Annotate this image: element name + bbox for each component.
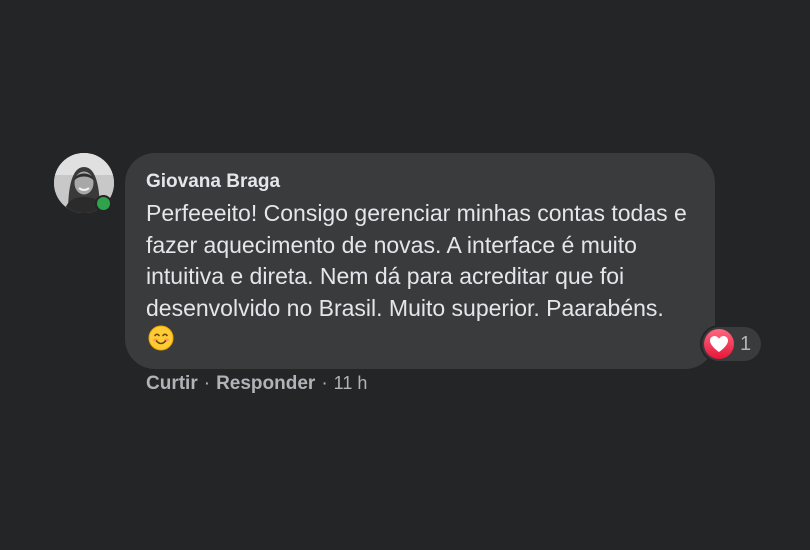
comment-text-container: Perfeeeito! Consigo gerenciar minhas con… xyxy=(146,198,693,360)
reaction-summary[interactable]: 1 xyxy=(702,327,762,361)
heart-icon xyxy=(704,329,734,359)
like-button[interactable]: Curtir xyxy=(146,373,198,394)
comment-author[interactable]: Giovana Braga xyxy=(146,170,693,194)
comment-actions: Curtir · Responder · 11 h xyxy=(146,373,367,395)
comment-text: Perfeeeito! Consigo gerenciar minhas con… xyxy=(146,200,687,321)
smiling-face-icon xyxy=(148,325,174,360)
comment-timestamp[interactable]: 11 h xyxy=(334,373,368,393)
reply-button[interactable]: Responder xyxy=(216,373,315,394)
reaction-count: 1 xyxy=(740,332,752,355)
separator: · xyxy=(321,373,328,394)
avatar-container[interactable] xyxy=(54,153,114,213)
comment-bubble: Giovana Braga Perfeeeito! Consigo gerenc… xyxy=(125,153,715,369)
separator: · xyxy=(203,373,211,394)
online-status-indicator xyxy=(95,195,112,212)
